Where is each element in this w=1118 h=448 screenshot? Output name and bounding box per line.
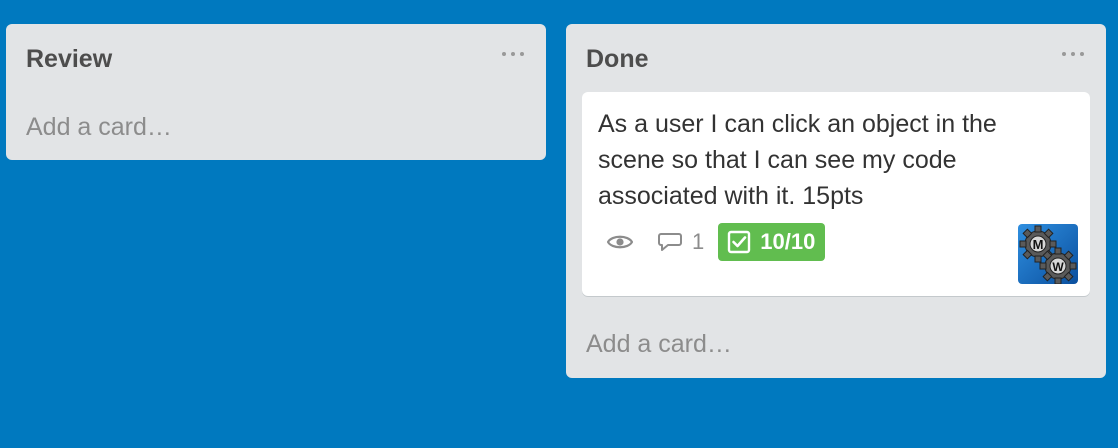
member-avatar[interactable]: M W [1018, 224, 1078, 284]
avatar-letter-m: M [1033, 237, 1044, 252]
menu-dot [1071, 52, 1075, 56]
menu-dot [520, 52, 524, 56]
card-title: As a user I can click an object in the s… [598, 110, 997, 210]
menu-dot [1080, 52, 1084, 56]
list-menu-icon[interactable] [1062, 48, 1084, 60]
list-menu-icon[interactable] [502, 48, 524, 60]
list-title[interactable]: Review [26, 44, 112, 74]
card[interactable]: As a user I can click an object in the s… [582, 92, 1090, 296]
gears-avatar-icon: M W [1018, 224, 1078, 284]
checklist-badge: 10/10 [718, 223, 826, 261]
add-card-link[interactable]: Add a card… [26, 112, 172, 142]
comment-icon [656, 228, 684, 256]
comment-badge: 1 [656, 228, 704, 256]
checklist-count: 10/10 [760, 229, 816, 254]
menu-dot [511, 52, 515, 56]
add-card-link[interactable]: Add a card… [586, 329, 732, 359]
comment-count: 1 [692, 229, 705, 254]
list-review: Review Add a card… [6, 24, 546, 160]
menu-dot [502, 52, 506, 56]
list-title[interactable]: Done [586, 44, 649, 74]
list-done: Done As a user I can click an object in … [566, 24, 1106, 378]
card-badges: 1 10/10 [606, 223, 826, 261]
eye-icon [606, 228, 634, 256]
checkbox-icon [726, 229, 752, 255]
avatar-letter-w: W [1052, 260, 1064, 274]
menu-dot [1062, 52, 1066, 56]
